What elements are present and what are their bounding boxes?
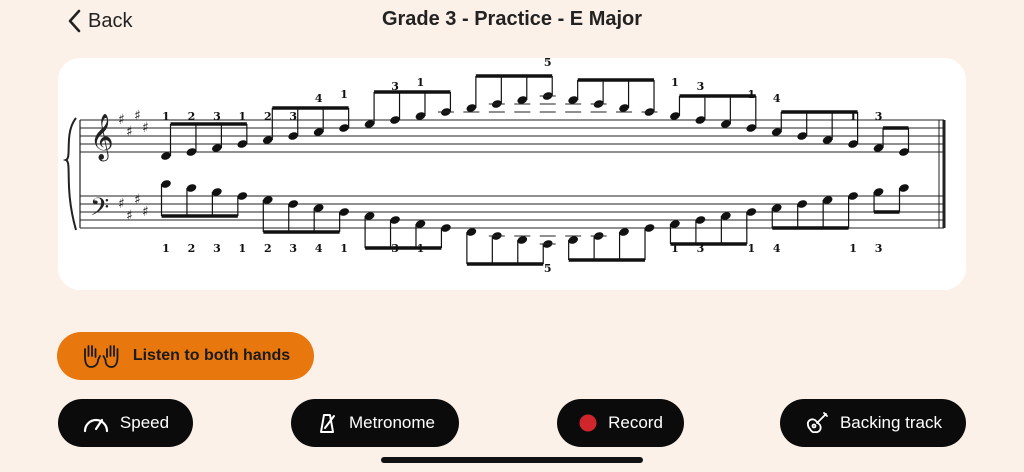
bass-fingering: 3	[391, 242, 399, 255]
treble-fingering: 4	[315, 92, 323, 105]
treble-fingering: 1	[671, 76, 679, 89]
listen-label: Listen to both hands	[132, 347, 291, 364]
bass-fingering: 2	[188, 242, 196, 255]
treble-fingering: 3	[875, 110, 883, 123]
treble-fingering: 1	[849, 110, 857, 123]
bass-fingering: 2	[264, 242, 272, 255]
score-card: 𝄞 𝄢 ♯ ♯ ♯ ♯ ♯ ♯ ♯ ♯ 1 2 3 1 2 3 4 1 3 1 5 1 3 1 4 1 3 1 2 3 1 2 3 4 1 3 1 5 1 3…	[58, 58, 966, 290]
header: Back Grade 3 - Practice - E Major	[0, 0, 1024, 42]
bass-fingering: 4	[315, 242, 323, 255]
treble-fingering: 1	[162, 110, 170, 123]
sharp-sign: ♯	[118, 112, 125, 128]
treble-fingering: 5	[544, 58, 552, 69]
metronome-icon	[320, 414, 335, 433]
sharp-sign: ♯	[134, 108, 141, 124]
backing-track-label: Backing track	[839, 413, 943, 432]
bass-fingering: 5	[544, 262, 552, 275]
sharp-sign: ♯	[142, 204, 149, 220]
bass-clef: 𝄢	[90, 193, 109, 228]
bass-fingering: 1	[417, 242, 425, 255]
treble-fingering: 2	[264, 110, 272, 123]
bass-fingering: 3	[213, 242, 221, 255]
bass-fingering: 1	[671, 242, 679, 255]
brace	[62, 117, 77, 231]
sharp-sign: ♯	[126, 208, 133, 224]
bass-fingering: 1	[162, 242, 170, 255]
sharp-sign: ♯	[118, 196, 125, 212]
metronome-label: Metronome	[349, 413, 435, 432]
treble-fingering: 2	[188, 110, 196, 123]
sheet-music: 𝄞𝄢♯♯♯♯♯♯♯♯1 2 3 1 2 34 13 151 31 41 31 2 3 1 2 3 4 1 3 151 3…	[62, 58, 946, 275]
bass-fingering: 3	[697, 242, 705, 255]
record-dot-icon	[579, 414, 597, 432]
treble-fingering: 1	[417, 76, 425, 89]
bass-fingering: 1	[849, 242, 857, 255]
treble-fingering: 3	[697, 80, 705, 93]
bass-fingering: 1	[340, 242, 348, 255]
treble-clef: 𝄞	[90, 114, 114, 162]
backing-track-button[interactable]: Backing track	[780, 399, 966, 447]
treble-fingering: 1	[340, 88, 348, 101]
treble-fingering: 1	[747, 88, 755, 101]
sharp-sign: ♯	[126, 124, 133, 140]
page-title: Grade 3 - Practice - E Major	[381, 8, 643, 30]
record-label: Record	[608, 413, 663, 432]
guitar-icon	[806, 412, 828, 434]
record-button[interactable]: Record	[557, 399, 684, 447]
treble-fingering: 4	[773, 92, 781, 105]
two-hands-icon	[83, 345, 119, 368]
metronome-button[interactable]: Metronome	[291, 399, 459, 447]
treble-fingering: 1	[239, 110, 247, 123]
treble-fingering: 3	[391, 80, 399, 93]
bass-fingering: 3	[289, 242, 297, 255]
speedometer-icon	[83, 418, 109, 433]
bass-fingering: 1	[747, 242, 755, 255]
treble-fingering: 3	[289, 110, 297, 123]
speed-button[interactable]: Speed	[58, 399, 193, 447]
sharp-sign: ♯	[142, 120, 149, 136]
home-indicator	[381, 457, 643, 463]
bass-fingering: 3	[875, 242, 883, 255]
bass-fingering: 1	[239, 242, 247, 255]
listen-both-hands-button[interactable]: Listen to both hands	[57, 332, 314, 380]
speed-label: Speed	[119, 413, 170, 432]
treble-fingering: 3	[213, 110, 221, 123]
sharp-sign: ♯	[134, 192, 141, 208]
bass-fingering: 4	[773, 242, 781, 255]
